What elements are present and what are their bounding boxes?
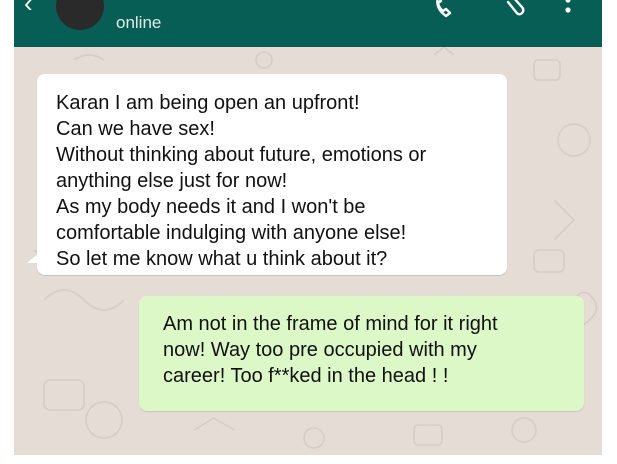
outgoing-message-text: Am not in the frame of mind for it right… [163, 311, 573, 389]
call-icon[interactable] [432, 0, 458, 20]
contact-status: online [116, 13, 162, 32]
message-line: Am not in the frame of mind for it right [163, 313, 498, 335]
message-line: anything else just for now! [56, 170, 288, 192]
message-line: career! Too f**ked in the head ! ! [163, 365, 449, 387]
message-line: As my body needs it and I won't be [56, 196, 366, 218]
incoming-message[interactable]: Karan I am being open an upfront! Can we… [27, 74, 507, 275]
avatar[interactable] [56, 0, 104, 30]
message-line: now! Way too pre occupied with my [163, 339, 477, 361]
incoming-bubble-tail [27, 253, 39, 263]
incoming-message-text: Karan I am being open an upfront! Can we… [56, 90, 496, 272]
message-line: So let me know what u think about it? [56, 248, 388, 270]
message-line: Karan I am being open an upfront! [56, 92, 360, 114]
message-line: Without thinking about future, emotions … [56, 144, 427, 166]
chat-window: ‹ online Karan I am being open an upfron… [14, 0, 602, 455]
chat-header: ‹ online [14, 0, 602, 47]
more-menu-icon[interactable] [563, 0, 573, 20]
back-arrow-icon[interactable]: ‹ [24, 0, 33, 19]
message-line: comfortable indulging with anyone else! [56, 222, 407, 244]
outgoing-message[interactable]: Am not in the frame of mind for it right… [139, 296, 584, 411]
attach-icon[interactable] [500, 0, 526, 20]
message-line: Can we have sex! [56, 118, 215, 140]
